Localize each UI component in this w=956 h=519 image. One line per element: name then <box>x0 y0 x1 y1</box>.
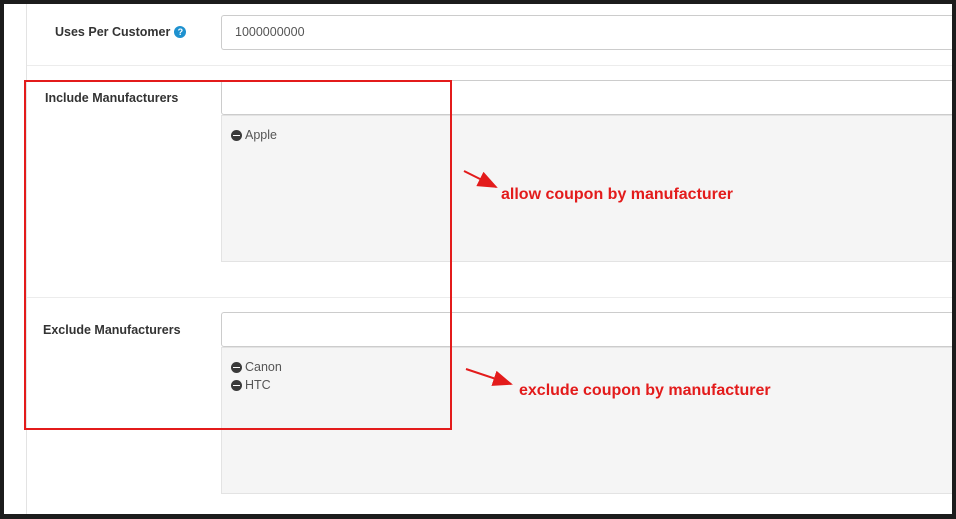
exclude-arrow <box>465 368 513 386</box>
exclude-annotation-text: exclude coupon by manufacturer <box>519 382 771 399</box>
coupon-form-panel: Uses Per Customer? 1000000000 Include Ma… <box>4 4 952 514</box>
allow-annotation-text: allow coupon by manufacturer <box>501 186 734 203</box>
allow-arrow <box>463 170 498 188</box>
annotation-arrows <box>463 170 513 386</box>
